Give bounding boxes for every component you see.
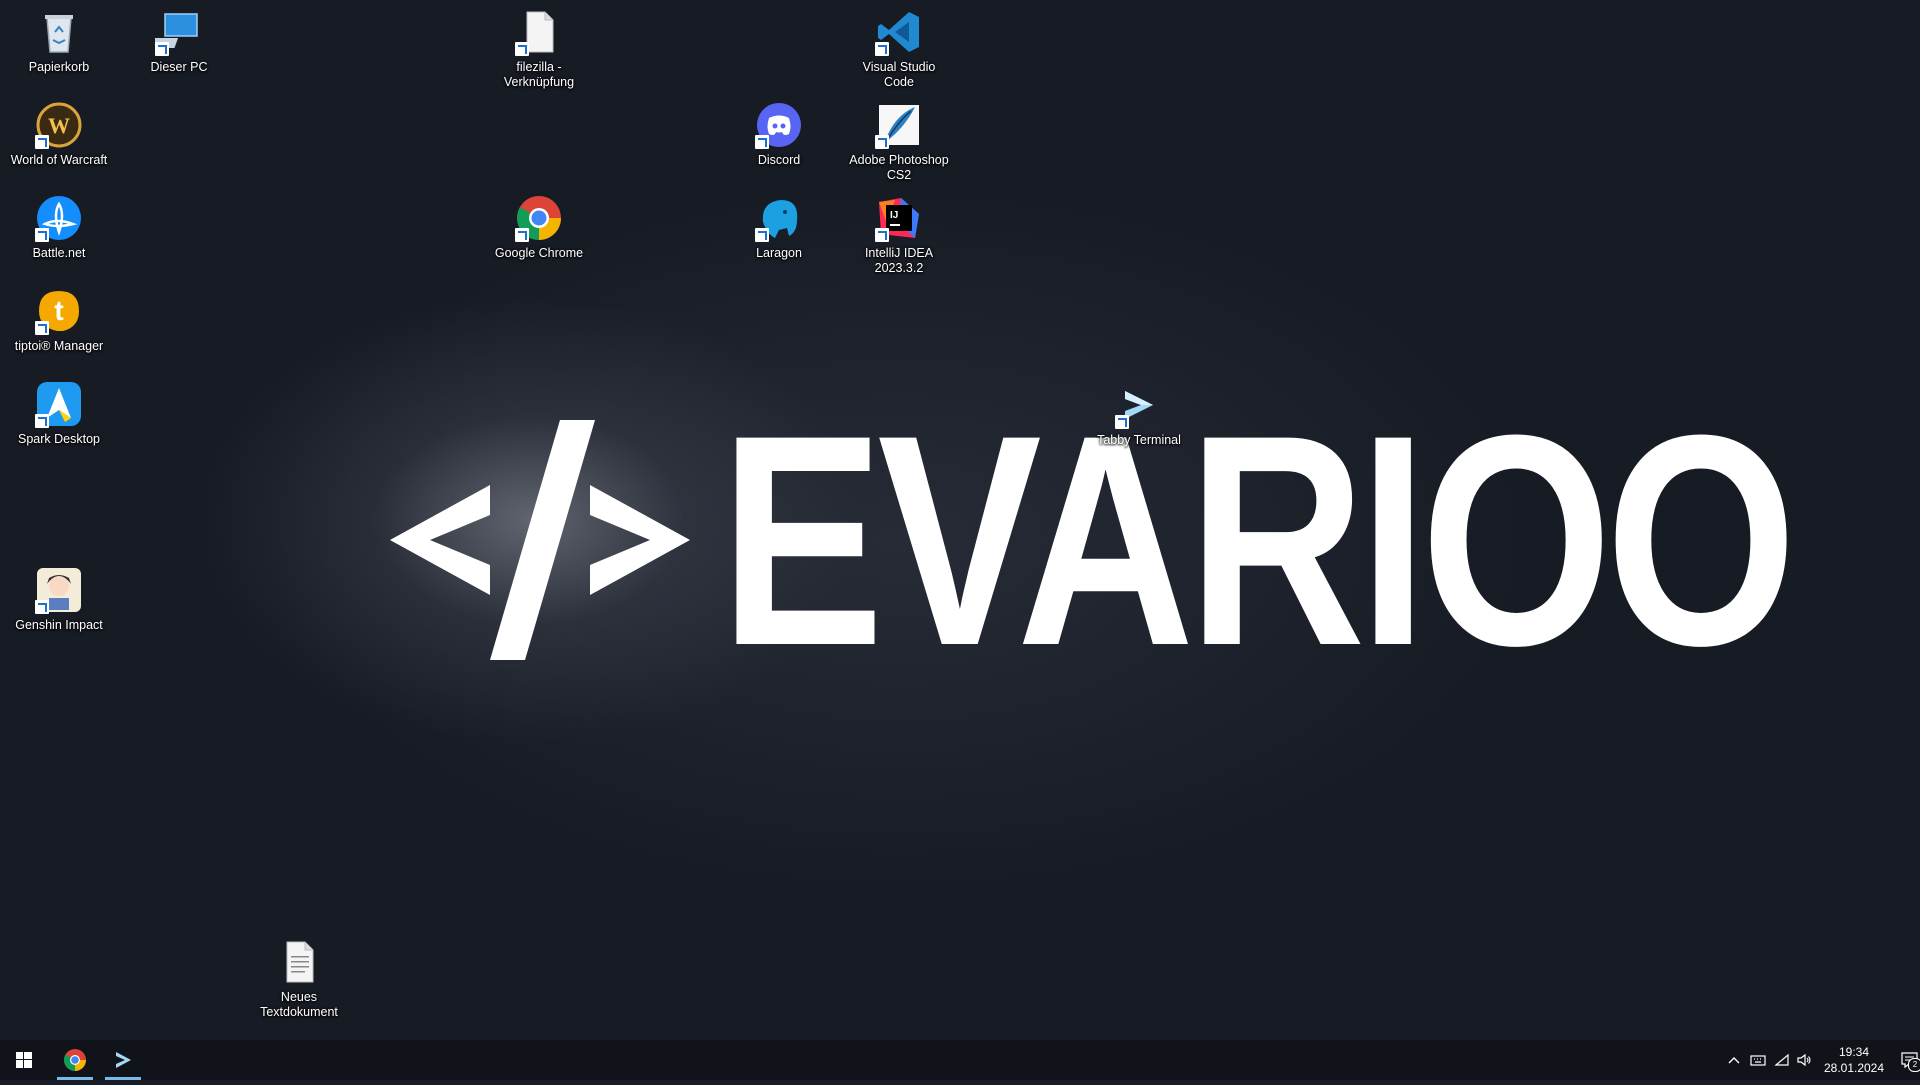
desktop-icon-this-pc[interactable]: Dieser PC: [124, 4, 234, 75]
chrome-icon: [64, 1049, 86, 1071]
tiptoi-icon: t: [35, 287, 83, 335]
shortcut-arrow-icon: [1115, 415, 1129, 429]
svg-text:IJ: IJ: [890, 210, 898, 221]
desktop-icon-label: filezilla - Verknüpfung: [503, 60, 575, 89]
tabby-icon: [1115, 381, 1163, 429]
desktop-icon-tabby-terminal[interactable]: Tabby Terminal: [1084, 377, 1194, 448]
keyboard-language-icon[interactable]: [1750, 1052, 1766, 1068]
desktop-icon-label: IntelliJ IDEA 2023.3.2: [864, 246, 934, 275]
desktop-icon-google-chrome[interactable]: Google Chrome: [484, 190, 594, 261]
desktop-icon-world-of-warcraft[interactable]: W World of Warcraft: [4, 97, 114, 168]
start-button[interactable]: [0, 1040, 48, 1080]
clock-date: 28.01.2024: [1823, 1061, 1885, 1075]
desktop-icon-tiptoi-manager[interactable]: t tiptoi® Manager: [4, 283, 114, 354]
world-of-warcraft-icon: W: [35, 101, 83, 149]
desktop-icon-label: Neues Textdokument: [260, 990, 338, 1019]
wallpaper-brand-logo: EVARIOO: [720, 372, 1797, 708]
shortcut-arrow-icon: [755, 135, 769, 149]
desktop-icon-battlenet[interactable]: Battle.net: [4, 190, 114, 261]
desktop-icon-photoshop[interactable]: Adobe Photoshop CS2: [844, 97, 954, 183]
desktop-icon-label: Google Chrome: [494, 246, 584, 260]
shortcut-arrow-icon: [155, 42, 169, 56]
desktop-icon-label: Battle.net: [32, 246, 86, 260]
shortcut-arrow-icon: [875, 135, 889, 149]
desktop-icon-label: Visual Studio Code: [862, 60, 936, 89]
shortcut-arrow-icon: [515, 42, 529, 56]
shortcut-arrow-icon: [755, 228, 769, 242]
taskbar-chrome-button[interactable]: [51, 1040, 99, 1080]
desktop-icon-label: Discord: [757, 153, 801, 167]
discord-icon: [755, 101, 803, 149]
shortcut-arrow-icon: [875, 42, 889, 56]
desktop-icon-text-document[interactable]: Neues Textdokument: [244, 934, 354, 1020]
desktop-icon-recycle-bin[interactable]: Papierkorb: [4, 4, 114, 75]
shortcut-arrow-icon: [35, 135, 49, 149]
shortcut-arrow-icon: [35, 321, 49, 335]
desktop-icon-label: tiptoi® Manager: [14, 339, 104, 353]
computer-icon: [144, 8, 203, 56]
action-center-notification-icon[interactable]: 2: [1900, 1050, 1920, 1072]
taskbar-clock[interactable]: 19:34 28.01.2024: [1814, 1044, 1894, 1076]
desktop-icon-label: World of Warcraft: [10, 153, 108, 167]
genshin-impact-icon: [35, 566, 83, 614]
chrome-icon: [515, 194, 563, 242]
svg-text:W: W: [48, 113, 70, 138]
desktop-icon-label: Genshin Impact: [15, 618, 103, 632]
desktop-icon-label: Spark Desktop: [18, 432, 100, 446]
shortcut-arrow-icon: [35, 600, 49, 614]
desktop-icon-label: Dieser PC: [150, 60, 208, 74]
intellij-icon: IJ: [875, 194, 923, 242]
desktop-icon-genshin-impact[interactable]: Genshin Impact: [4, 562, 114, 633]
desktop-icon-filezilla[interactable]: filezilla - Verknüpfung: [484, 4, 594, 90]
shortcut-arrow-icon: [35, 228, 49, 242]
laragon-elephant-icon: [755, 194, 803, 242]
desktop-icon-laragon[interactable]: Laragon: [724, 190, 834, 261]
taskbar-tabby-button[interactable]: [99, 1040, 147, 1080]
tabby-icon: [116, 1052, 131, 1068]
wallpaper-code-glyph: [390, 420, 690, 660]
desktop-icon-label: Tabby Terminal: [1097, 433, 1181, 447]
volume-speaker-icon[interactable]: [1796, 1052, 1812, 1068]
desktop-icon-intellij[interactable]: IJ IntelliJ IDEA 2023.3.2: [844, 190, 954, 276]
desktop-icon-discord[interactable]: Discord: [724, 97, 834, 168]
system-tray: 19:34 28.01.2024 2: [1680, 1040, 1920, 1080]
recycle-bin-icon: [35, 8, 83, 56]
photoshop-feather-icon: [875, 101, 923, 149]
blank-file-icon: [515, 8, 563, 56]
notification-count-badge: 2: [1908, 1058, 1920, 1072]
show-hidden-icons-chevron-up-icon[interactable]: [1726, 1052, 1742, 1068]
desktop-icon-spark-desktop[interactable]: Spark Desktop: [4, 376, 114, 447]
shortcut-arrow-icon: [35, 414, 49, 428]
shortcut-arrow-icon: [875, 228, 889, 242]
shortcut-arrow-icon: [515, 228, 529, 242]
text-file-icon: [275, 938, 323, 986]
clock-time: 19:34: [1838, 1045, 1870, 1059]
svg-text:t: t: [54, 295, 63, 326]
network-wifi-icon[interactable]: [1774, 1052, 1790, 1068]
desktop-icon-label: Laragon: [756, 246, 802, 260]
spark-icon: [35, 380, 83, 428]
vscode-icon: [875, 8, 923, 56]
desktop-icon-vscode[interactable]: Visual Studio Code: [844, 4, 954, 90]
windows-start-icon: [16, 1052, 32, 1068]
battlenet-icon: [35, 194, 83, 242]
desktop[interactable]: EVARIOO Papierkorb Dieser PC filezilla -…: [0, 0, 1920, 1040]
desktop-icon-label: Papierkorb: [28, 60, 90, 74]
desktop-icon-label: Adobe Photoshop CS2: [849, 153, 949, 182]
taskbar: 19:34 28.01.2024 2: [0, 1040, 1920, 1080]
